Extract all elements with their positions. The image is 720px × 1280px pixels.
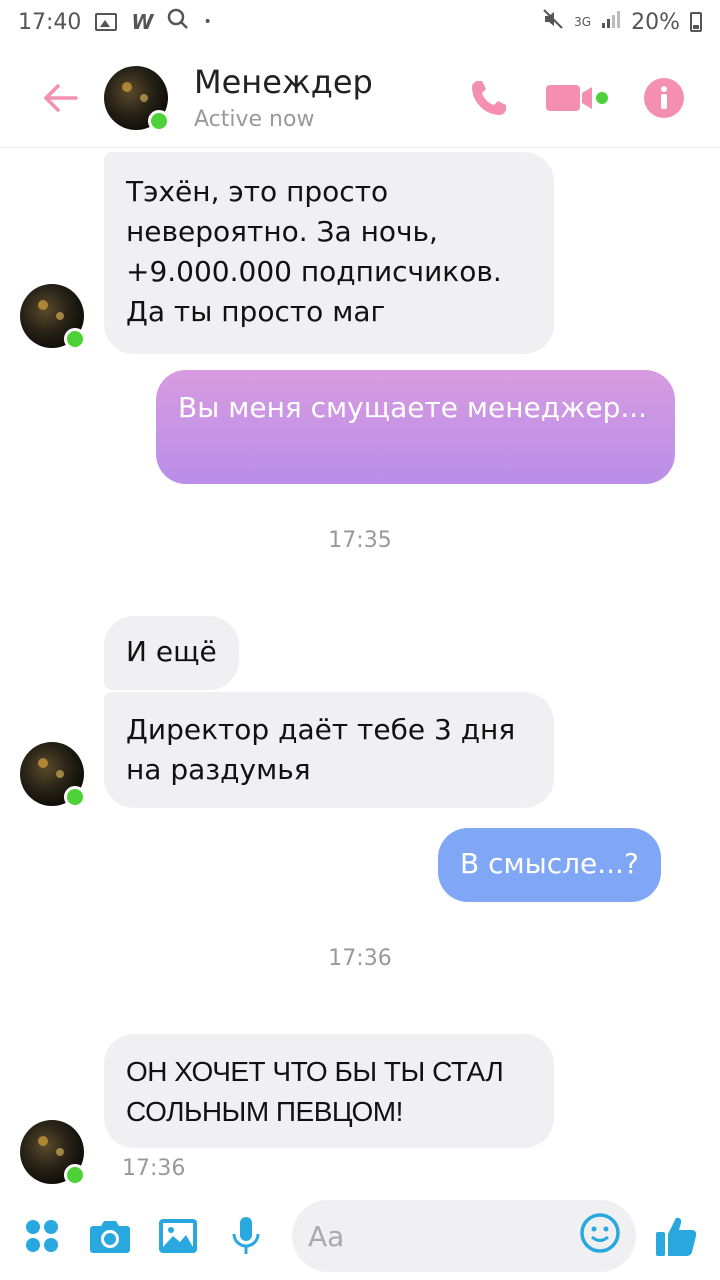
message-timestamp: 17:35 bbox=[328, 528, 392, 553]
image-icon bbox=[95, 13, 118, 31]
status-bar-left: 17:40 W • bbox=[18, 8, 212, 36]
four-dots-icon bbox=[26, 1220, 58, 1252]
incoming-message[interactable]: И ещё bbox=[104, 616, 239, 690]
like-button[interactable] bbox=[652, 1212, 700, 1260]
info-icon bbox=[644, 77, 684, 118]
camera-icon bbox=[90, 1221, 130, 1253]
status-bar: 17:40 W • 3G 20% bbox=[0, 0, 720, 44]
back-button[interactable] bbox=[30, 68, 90, 128]
sender-avatar[interactable] bbox=[20, 284, 86, 350]
incoming-message[interactable]: Тэхён, это просто невероятно. За ночь, +… bbox=[104, 152, 554, 354]
sender-avatar[interactable] bbox=[20, 1120, 86, 1186]
mute-icon bbox=[542, 8, 564, 36]
message-timestamp: 17:36 bbox=[328, 946, 392, 971]
message-composer: Aa bbox=[0, 1192, 720, 1280]
contact-avatar[interactable] bbox=[104, 65, 170, 132]
outgoing-message[interactable]: В смысле...? bbox=[438, 828, 661, 902]
gallery-button[interactable] bbox=[156, 1214, 200, 1258]
incoming-message[interactable]: Директор даёт тебе 3 дня на раздумья bbox=[104, 692, 554, 808]
thumbs-up-icon bbox=[656, 1217, 697, 1256]
online-indicator bbox=[64, 1164, 86, 1186]
contact-info[interactable]: Менеждер Active now bbox=[194, 63, 373, 132]
w-icon: W bbox=[131, 10, 154, 34]
search-icon bbox=[167, 8, 189, 36]
video-camera-icon bbox=[546, 84, 608, 111]
voice-button[interactable] bbox=[224, 1214, 268, 1258]
message-list[interactable]: Тэхён, это просто невероятно. За ночь, +… bbox=[0, 150, 720, 1190]
info-button[interactable] bbox=[644, 77, 684, 118]
arrow-left-icon bbox=[44, 83, 78, 112]
incoming-message[interactable]: ОН ХОЧЕТ ЧТО БЫ ТЫ СТАЛ СОЛЬНЫМ ПЕВЦОМ! bbox=[104, 1034, 554, 1148]
battery-icon bbox=[690, 12, 702, 32]
dot-icon: • bbox=[203, 14, 212, 30]
active-status: Active now bbox=[194, 107, 315, 132]
battery-percent: 20% bbox=[631, 9, 680, 35]
message-sent-time: 17:36 bbox=[122, 1156, 186, 1181]
network-type: 3G bbox=[574, 15, 592, 29]
phone-icon bbox=[472, 80, 506, 115]
messenger-screen: 17:40 W • 3G 20% Менеждер Active now Тэх… bbox=[0, 0, 720, 1280]
emoji-button[interactable] bbox=[580, 1212, 620, 1260]
video-call-button[interactable] bbox=[546, 81, 608, 115]
status-bar-right: 3G 20% bbox=[542, 8, 702, 36]
chat-header: Менеждер Active now bbox=[0, 48, 720, 148]
message-input-placeholder: Aa bbox=[308, 1219, 345, 1253]
status-time: 17:40 bbox=[18, 9, 82, 35]
signal-icon bbox=[601, 9, 621, 35]
message-input[interactable]: Aa bbox=[292, 1200, 636, 1272]
online-indicator bbox=[64, 786, 86, 808]
contact-name: Менеждер bbox=[194, 63, 373, 101]
sender-avatar[interactable] bbox=[20, 742, 86, 808]
camera-button[interactable] bbox=[88, 1214, 132, 1258]
phone-call-button[interactable] bbox=[468, 77, 510, 119]
online-indicator bbox=[148, 109, 170, 132]
outgoing-message[interactable]: Вы меня смущаете менеджер... bbox=[156, 370, 675, 484]
smiley-icon bbox=[580, 1212, 620, 1253]
microphone-icon bbox=[232, 1217, 260, 1254]
more-options-button[interactable] bbox=[20, 1214, 64, 1258]
online-indicator bbox=[64, 328, 86, 350]
header-actions bbox=[468, 77, 684, 119]
image-icon bbox=[159, 1219, 197, 1253]
